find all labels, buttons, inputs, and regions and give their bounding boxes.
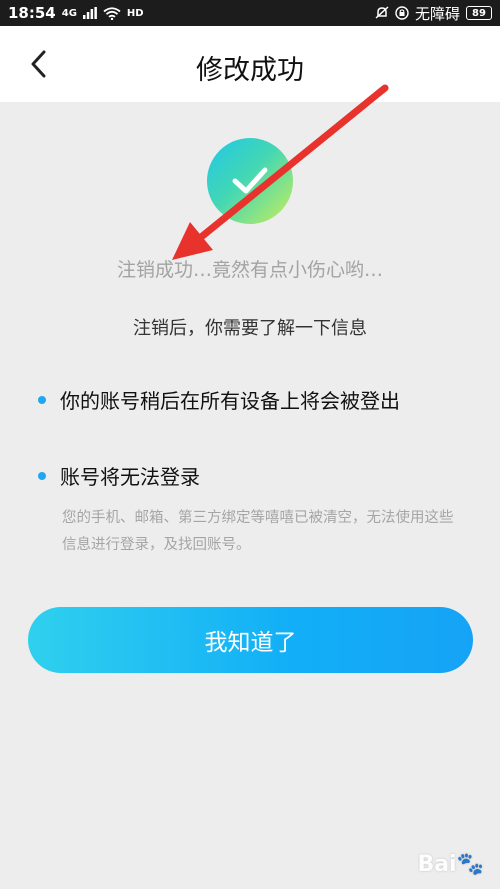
- confirm-button[interactable]: 我知道了: [28, 607, 473, 673]
- description-text: 您的手机、邮箱、第三方绑定等嘻嘻已被清空，无法使用这些信息进行登录，及找回账号。: [62, 510, 454, 553]
- success-headline: 注销成功…竟然有点小伤心哟…: [116, 259, 383, 281]
- page-title: 修改成功: [196, 55, 304, 86]
- signal-icon: [82, 7, 97, 19]
- accessibility-text: 无障碍: [414, 4, 460, 23]
- battery-level: 89: [472, 7, 486, 19]
- status-time: 18:54: [8, 4, 56, 22]
- wifi-icon: [103, 6, 121, 20]
- bullet-dot: [38, 471, 46, 480]
- bullet-dot: [38, 395, 46, 404]
- status-bar-left: 18:54 4G HD: [8, 4, 144, 22]
- network-type-label: 4G: [61, 7, 77, 19]
- checkmark-icon: [232, 167, 268, 194]
- confirm-button-label: 我知道了: [204, 629, 297, 655]
- annotation-arrow: [172, 84, 389, 260]
- bullet-text: 你的账号稍后在所有设备上将会被登出: [60, 389, 400, 413]
- status-bar: 18:54 4G HD 无障碍 89: [0, 0, 500, 26]
- battery-icon: 89: [466, 6, 492, 20]
- check-circle-icon: [207, 138, 293, 224]
- lock-rotation-icon: [395, 6, 409, 20]
- info-subtitle: 注销后，你需要了解一下信息: [133, 318, 367, 339]
- bullet-text: 账号将无法登录: [60, 465, 200, 489]
- navigation-bar: 修改成功: [0, 26, 500, 102]
- watermark-logo: Bai🐾: [417, 852, 484, 877]
- bullet-login-disabled: 账号将无法登录: [38, 461, 200, 490]
- bell-muted-icon: [375, 6, 389, 19]
- hd-label: HD: [126, 7, 144, 19]
- status-bar-right: 无障碍 89: [375, 3, 492, 24]
- bullet-logout-notice: 你的账号稍后在所有设备上将会被登出: [38, 385, 400, 414]
